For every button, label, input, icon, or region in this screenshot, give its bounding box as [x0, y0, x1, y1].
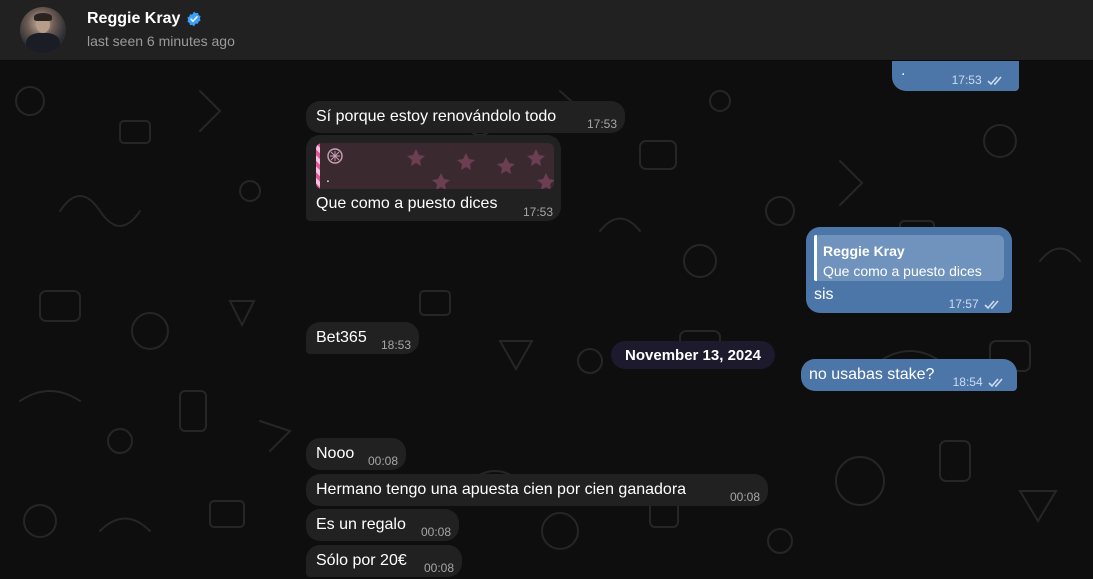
message-incoming[interactable]: Hermano tengo una apuesta cien por cien … — [306, 474, 768, 506]
message-meta: 17:53 — [952, 70, 1005, 90]
message-text: . — [901, 62, 906, 79]
message-time: 17:53 — [522, 205, 553, 219]
message-time: 17:53 — [951, 73, 982, 87]
contact-name[interactable]: Reggie Kray — [87, 10, 180, 28]
double-check-read-icon — [988, 378, 1003, 388]
contact-avatar[interactable] — [20, 7, 66, 53]
verified-check-icon — [187, 11, 201, 27]
reply-quote[interactable]: Reggie Kray Que como a puesto dices — [814, 235, 1004, 281]
message-outgoing-with-reply[interactable]: Reggie Kray Que como a puesto dices sis … — [806, 227, 1012, 313]
double-check-read-icon — [987, 76, 1002, 86]
message-meta: 18:54 — [953, 372, 1006, 392]
message-meta: 17:57 — [949, 294, 1002, 314]
message-incoming-with-reply[interactable]: . Que como a puesto dices 17:53 — [306, 135, 561, 221]
message-text: Nooo — [316, 445, 355, 462]
message-time: 00:08 — [423, 561, 454, 575]
message-time: 00:08 — [420, 525, 451, 539]
message-text: Sólo por 20€ — [316, 552, 407, 569]
message-time: 00:08 — [367, 454, 398, 468]
chat-message-area[interactable]: . 17:53 Sí porque estoy renovándolo todo… — [0, 61, 1093, 579]
message-text: Es un regalo — [316, 516, 406, 533]
reply-author: Reggie Kray — [823, 243, 905, 259]
message-incoming[interactable]: Es un regalo 00:08 — [306, 509, 459, 541]
reply-accent-bar — [814, 235, 817, 281]
message-outgoing[interactable]: no usabas stake? 18:54 — [801, 359, 1017, 391]
reply-accent-bar — [316, 143, 320, 189]
message-text: Que como a puesto dices — [316, 195, 498, 212]
double-check-read-icon — [984, 300, 999, 310]
message-time: 18:53 — [380, 338, 411, 352]
message-text: Sí porque estoy renovándolo todo — [316, 108, 557, 125]
reply-preview-text: . — [326, 169, 330, 185]
message-time: 00:08 — [729, 490, 760, 504]
last-seen-status: last seen 6 minutes ago — [87, 33, 235, 49]
message-text: Bet365 — [316, 329, 367, 346]
chat-header[interactable]: Reggie Kray last seen 6 minutes ago — [0, 0, 1093, 61]
reply-sticker-pattern — [407, 149, 554, 189]
message-incoming[interactable]: Sí porque estoy renovándolo todo 17:53 — [306, 101, 625, 133]
contact-name-row[interactable]: Reggie Kray — [87, 10, 202, 28]
reply-preview[interactable]: . — [316, 143, 554, 189]
message-incoming[interactable]: Nooo 00:08 — [306, 438, 406, 470]
message-time: 17:57 — [948, 297, 979, 311]
message-text: no usabas stake? — [809, 366, 935, 383]
message-text: sis — [814, 286, 834, 303]
message-time: 17:53 — [586, 117, 617, 131]
message-incoming[interactable]: Sólo por 20€ 00:08 — [306, 545, 462, 577]
sticker-icon — [327, 148, 343, 164]
date-separator: November 13, 2024 — [611, 341, 775, 369]
reply-text: Que como a puesto dices — [823, 263, 982, 279]
message-time: 18:54 — [952, 375, 983, 389]
message-outgoing[interactable]: . 17:53 — [892, 61, 1019, 91]
message-text: Hermano tengo una apuesta cien por cien … — [316, 481, 687, 498]
avatar-suit-shape — [26, 33, 60, 53]
avatar-hair-shape — [34, 13, 52, 21]
message-incoming[interactable]: Bet365 18:53 — [306, 322, 419, 354]
